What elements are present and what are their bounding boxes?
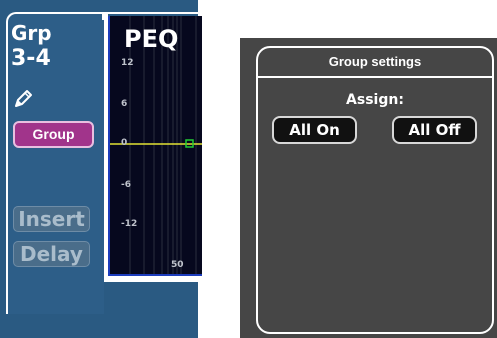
peq-title: PEQ xyxy=(124,25,179,53)
all-off-button[interactable]: All Off xyxy=(392,116,477,144)
insert-button[interactable]: Insert xyxy=(13,206,90,232)
peq-frame-bottom xyxy=(104,276,204,282)
y-tick: 6 xyxy=(121,99,128,109)
assign-label: Assign: xyxy=(346,92,404,108)
group-button[interactable]: Group xyxy=(13,121,94,148)
all-on-button[interactable]: All On xyxy=(272,116,357,144)
y-tick: 12 xyxy=(121,58,134,68)
channel-type-label: Grp xyxy=(11,21,52,45)
pencil-icon[interactable] xyxy=(12,88,34,110)
dialog-title: Group settings xyxy=(328,54,422,69)
y-tick: 0 xyxy=(121,138,128,148)
x-tick: 50 xyxy=(171,260,184,270)
y-tick: -12 xyxy=(121,219,138,229)
group-settings-dialog: Group settings Assign: All On All Off xyxy=(256,46,494,334)
delay-button[interactable]: Delay xyxy=(13,241,90,267)
channel-number: 3-4 xyxy=(11,46,51,71)
y-tick: -6 xyxy=(121,180,131,190)
